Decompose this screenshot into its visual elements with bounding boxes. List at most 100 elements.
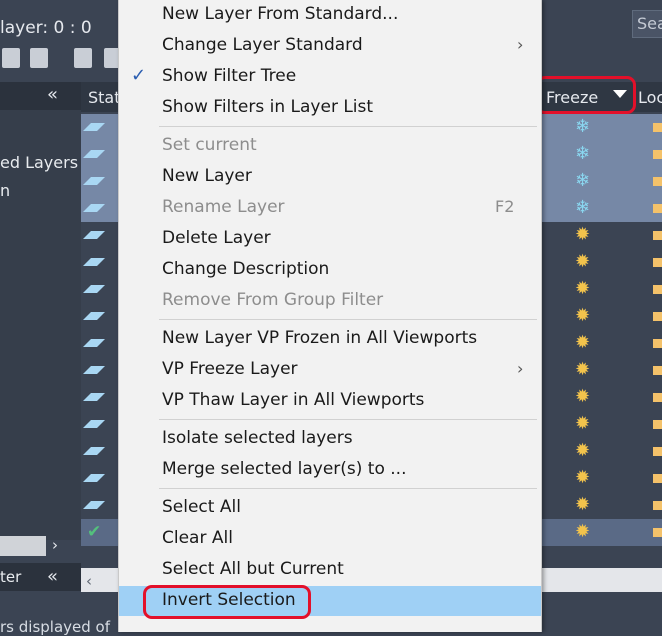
lock-icon[interactable] [653,231,662,240]
layer-status-icon [83,123,105,131]
menu-item-merge-selected-layers[interactable]: Merge selected layer(s) to ... [119,455,541,485]
layer-status-icon [83,285,105,293]
lock-icon[interactable] [653,366,662,375]
lock-icon[interactable] [653,204,662,213]
snowflake-icon[interactable]: ❄ [575,169,590,193]
new-property-filter-icon[interactable] [74,48,92,68]
menu-item-remove-from-group-filter: Remove From Group Filter [119,286,541,316]
layer-status-icon [83,447,105,455]
sun-icon[interactable]: ✹ [575,520,590,544]
menu-item-label: New Layer From Standard... [162,4,399,24]
lock-icon[interactable] [653,420,662,429]
menu-item-set-current: Set current [119,131,541,161]
lock-icon[interactable] [653,339,662,348]
menu-item-label: Select All [162,497,241,517]
menu-item-delete-layer[interactable]: Delete Layer [119,224,541,254]
menu-item-isolate-selected-layers[interactable]: Isolate selected layers [119,424,541,454]
sun-icon[interactable]: ✹ [575,331,590,355]
menu-separator [159,419,537,420]
menu-item-change-description[interactable]: Change Description [119,255,541,285]
menu-item-vp-thaw-layer[interactable]: VP Thaw Layer in All Viewports [119,386,541,416]
lock-icon[interactable] [653,393,662,402]
menu-separator [159,126,537,127]
lock-icon[interactable] [653,528,662,537]
menu-item-new-layer-from-standard[interactable]: New Layer From Standard... [119,0,541,30]
chevron-right-icon: › [517,35,524,54]
freeze-column-highlight [536,76,636,114]
sun-icon[interactable]: ✹ [575,439,590,463]
lock-icon[interactable] [653,285,662,294]
invert-filter-label[interactable]: ter [0,568,21,586]
chevron-right-icon[interactable]: › [52,536,58,554]
layer-status-icon [83,204,105,212]
layer-status-icon [83,150,105,158]
menu-item-label: Set current [162,135,257,155]
menu-item-label: Remove From Group Filter [162,290,384,310]
menu-item-label: Delete Layer [162,228,271,248]
sun-icon[interactable]: ✹ [575,304,590,328]
lock-icon[interactable] [653,123,662,132]
menu-item-label: Select All but Current [162,559,344,579]
menu-item-label: New Layer [162,166,252,186]
snowflake-icon[interactable]: ❄ [575,196,590,220]
sun-icon[interactable]: ✹ [575,250,590,274]
lock-icon[interactable] [653,474,662,483]
lock-icon[interactable] [653,177,662,186]
sun-icon[interactable]: ✹ [575,385,590,409]
snowflake-icon[interactable]: ❄ [575,142,590,166]
menu-item-new-layer-vp-frozen[interactable]: New Layer VP Frozen in All Viewports [119,324,541,354]
lock-icon[interactable] [653,150,662,159]
tree-item[interactable]: n [0,181,10,200]
menu-item-label: Show Filters in Layer List [162,97,374,117]
lock-icon[interactable] [653,447,662,456]
status-bar-text: rs displayed of [0,618,110,636]
column-lock[interactable]: Loc [638,88,662,107]
menu-item-change-layer-standard[interactable]: Change Layer Standard › [119,31,541,61]
menu-item-select-all[interactable]: Select All [119,493,541,523]
sun-icon[interactable]: ✹ [575,466,590,490]
menu-item-vp-freeze-layer[interactable]: VP Freeze Layer › [119,355,541,385]
context-menu: New Layer From Standard... Change Layer … [118,0,542,632]
snowflake-icon[interactable]: ❄ [575,115,590,139]
filter-tree-panel [0,110,81,540]
layer-toolbar [0,44,122,74]
menu-item-label: Change Layer Standard [162,35,363,55]
chevron-left-icon[interactable]: ‹ [86,572,92,590]
menu-item-show-filter-tree[interactable]: ✓ Show Filter Tree [119,62,541,92]
save-icon[interactable] [30,48,48,68]
invert-selection-highlight [143,585,311,619]
layer-states-icon[interactable] [2,48,20,68]
collapse-left-icon[interactable]: « [47,566,58,587]
tree-item[interactable]: ed Layers [0,153,78,172]
layer-status-icon [83,393,105,401]
collapse-left-icon[interactable]: « [47,84,58,105]
sun-icon[interactable]: ✹ [575,223,590,247]
menu-item-show-filters-in-layer-list[interactable]: Show Filters in Layer List [119,93,541,123]
lock-icon[interactable] [653,258,662,267]
search-input[interactable]: Sea [632,10,662,38]
layer-status-icon [83,177,105,185]
layer-status-icon [83,312,105,320]
menu-item-new-layer[interactable]: New Layer [119,162,541,192]
tree-scrollbar[interactable] [0,536,46,556]
sun-icon[interactable]: ✹ [575,277,590,301]
menu-item-clear-all[interactable]: Clear All [119,524,541,554]
lock-icon[interactable] [653,501,662,510]
chevron-right-icon: › [517,359,524,378]
menu-separator [159,319,537,320]
menu-item-label: Rename Layer [162,197,285,217]
menu-item-label: New Layer VP Frozen in All Viewports [162,328,478,348]
lock-icon[interactable] [653,312,662,321]
layer-status-icon [83,501,105,509]
layer-status-icon [83,474,105,482]
column-status[interactable]: Stat [88,88,121,107]
current-layer-check-icon: ✔ [87,522,102,542]
sun-icon[interactable]: ✹ [575,358,590,382]
layer-status-icon [83,366,105,374]
sun-icon[interactable]: ✹ [575,493,590,517]
menu-item-rename-layer: Rename Layer F2 [119,193,541,223]
sun-icon[interactable]: ✹ [575,412,590,436]
menu-item-label: Isolate selected layers [162,428,353,448]
checkmark-icon: ✓ [131,65,147,86]
menu-item-select-all-but-current[interactable]: Select All but Current [119,555,541,585]
